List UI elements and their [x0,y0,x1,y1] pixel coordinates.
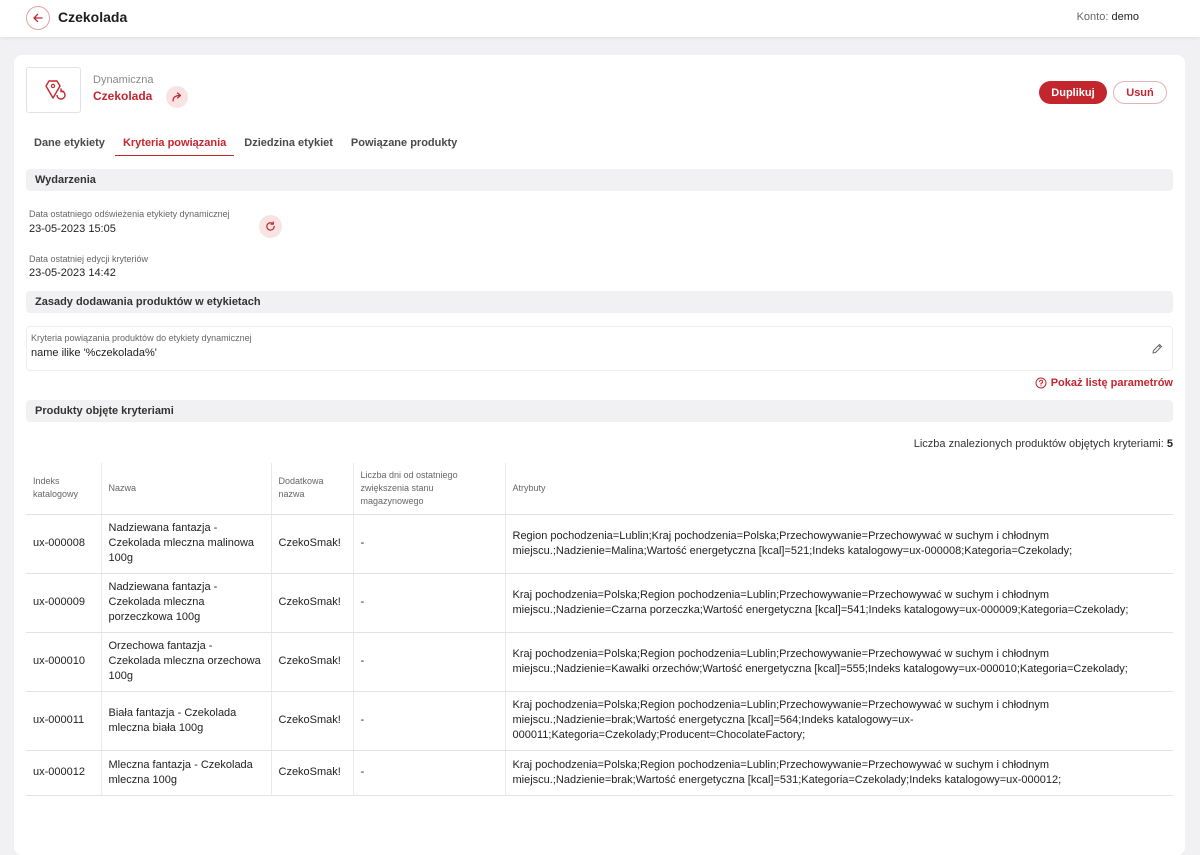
tab-label-data[interactable]: Dane etykiety [26,132,113,156]
criteria-label: Kryteria powiązania produktów do etykiet… [31,333,252,343]
label-logo [26,67,81,113]
found-count-value: 5 [1166,438,1173,450]
table-row[interactable]: ux-000012 Mleczna fantazja - Czekolada m… [26,750,1173,796]
cell-name: Orzechowa fantazja - Czekolada mleczna o… [101,632,272,692]
cell-extra-name: CzekoSmak! [271,573,354,633]
criteria-box: Kryteria powiązania produktów do etykiet… [26,326,1173,371]
table-row[interactable]: ux-000011 Biała fantazja - Czekolada mle… [26,691,1173,751]
cell-extra-name: CzekoSmak! [271,514,354,574]
cell-extra-name: CzekoSmak! [271,691,354,751]
cell-name: Biała fantazja - Czekolada mleczna biała… [101,691,272,751]
cell-name: Nadziewana fantazja - Czekolada mleczna … [101,514,272,574]
cell-days: - [353,573,506,633]
column-header-index[interactable]: Indeks katalogowy [26,463,102,515]
question-circle-icon [1035,377,1047,389]
column-header-extra-name[interactable]: Dodatkowa nazwa [271,463,354,515]
events-section-header: Wydarzenia [26,169,1173,191]
cell-attributes: Kraj pochodzenia=Polska;Region pochodzen… [505,691,1173,751]
cell-attributes: Kraj pochodzenia=Polska;Region pochodzen… [505,632,1173,692]
refresh-date-value: 23-05-2023 15:05 [29,223,116,235]
label-type: Dynamiczna [93,74,154,86]
rules-section-header: Zasady dodawania produktów w etykietach [26,291,1173,313]
cell-name: Mleczna fantazja - Czekolada mleczna 100… [101,750,272,796]
share-button[interactable] [166,86,188,108]
table-row[interactable]: ux-000009 Nadziewana fantazja - Czekolad… [26,573,1173,633]
cell-index: ux-000011 [26,691,102,751]
share-arrow-icon [172,92,182,102]
refresh-button[interactable] [259,215,282,238]
column-header-attributes[interactable]: Atrybuty [505,463,1173,515]
cell-attributes: Region pochodzenia=Lublin;Kraj pochodzen… [505,514,1173,574]
criteria-edit-date-value: 23-05-2023 14:42 [29,267,116,279]
delete-button[interactable]: Usuń [1113,81,1167,104]
account-value: demo [1111,11,1139,23]
table-row[interactable]: ux-000008 Nadziewana fantazja - Czekolad… [26,514,1173,574]
cell-attributes: Kraj pochodzenia=Polska;Region pochodzen… [505,573,1173,633]
cell-days: - [353,514,506,574]
cell-extra-name: CzekoSmak! [271,750,354,796]
refresh-date-label: Data ostatniego odświeżenia etykiety dyn… [29,209,230,219]
cell-index: ux-000010 [26,632,102,692]
pencil-icon[interactable] [1150,342,1164,356]
table-row[interactable]: ux-000010 Orzechowa fantazja - Czekolada… [26,632,1173,692]
tab-label-domain[interactable]: Dziedzina etykiet [236,132,341,156]
criteria-value: name ilike '%czekolada%' [31,347,157,359]
cell-index: ux-000009 [26,573,102,633]
page-title: Czekolada [58,9,128,25]
cell-index: ux-000008 [26,514,102,574]
cell-days: - [353,691,506,751]
found-products-count: Liczba znalezionych produktów objętych k… [914,438,1173,450]
column-header-name[interactable]: Nazwa [101,463,272,515]
cell-days: - [353,632,506,692]
arrow-left-icon [33,13,43,23]
show-params-label: Pokaż listę parametrów [1050,377,1173,389]
refresh-icon [266,221,275,231]
back-button[interactable] [26,6,50,30]
cell-attributes: Kraj pochodzenia=Polska;Region pochodzen… [505,750,1173,796]
cell-days: - [353,750,506,796]
criteria-edit-date-label: Data ostatniej edycji kryteriów [29,254,149,264]
top-bar: Czekolada Konto: demo [0,0,1200,37]
found-count-label: Liczba znalezionych produktów objętych k… [913,438,1164,450]
tab-bar: Dane etykiety Kryteria powiązania Dziedz… [26,132,467,156]
account-info[interactable]: Konto: demo [1077,11,1139,23]
tab-criteria[interactable]: Kryteria powiązania [114,132,235,156]
main-card: Dynamiczna Czekolada Duplikuj Usuń Dane … [14,55,1185,855]
column-header-days-since-restock[interactable]: Liczba dni od ostatniego zwiększenia sta… [353,463,506,515]
show-params-link[interactable]: Pokaż listę parametrów [1035,377,1173,389]
cell-name: Nadziewana fantazja - Czekolada mleczna … [101,573,272,633]
cell-index: ux-000012 [26,750,102,796]
label-name: Czekolada [93,89,153,103]
tab-related-products[interactable]: Powiązane produkty [343,132,465,156]
products-section-header: Produkty objęte kryteriami [26,400,1173,422]
account-label: Konto: [1076,11,1109,23]
table-header-row: Indeks katalogowy Nazwa Dodatkowa nazwa … [26,463,1173,515]
label-tag-icon [44,80,66,100]
products-table: Indeks katalogowy Nazwa Dodatkowa nazwa … [26,463,1173,796]
cell-extra-name: CzekoSmak! [271,632,354,692]
duplicate-button[interactable]: Duplikuj [1039,81,1107,104]
